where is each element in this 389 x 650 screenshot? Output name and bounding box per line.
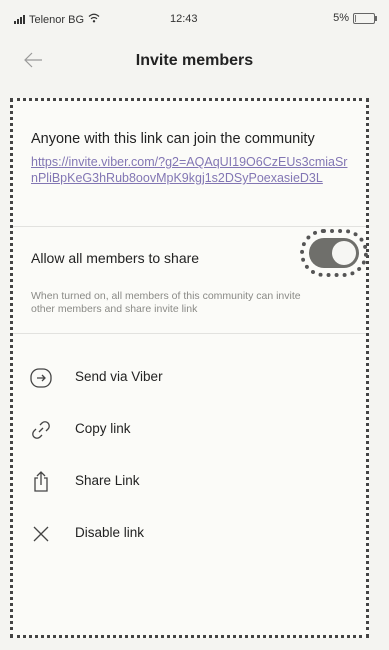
close-icon [29,522,53,546]
battery-indicator: 5% [333,12,377,24]
clock: 12:43 [170,13,198,25]
disable-link-label: Disable link [75,525,145,540]
toggle-knob [332,241,356,265]
share-link-label: Share Link [75,473,140,488]
invite-card: Anyone with this link can join the commu… [10,98,369,638]
copy-link-button[interactable]: Copy link [13,406,366,454]
battery-percent: 5% [333,12,349,24]
copy-link-label: Copy link [75,421,131,436]
divider [13,226,366,227]
invite-description: Anyone with this link can join the commu… [31,131,315,147]
disable-link-button[interactable]: Disable link [13,510,366,558]
battery-icon [353,12,377,24]
send-via-viber-icon [29,366,53,390]
carrier-info: Telenor BG [14,13,100,26]
status-bar: Telenor BG 12:43 5% [0,0,389,32]
send-via-viber-label: Send via Viber [75,369,163,384]
share-icon [29,470,53,494]
share-setting-label: Allow all members to share [31,250,200,266]
allow-share-toggle[interactable] [300,229,368,277]
nav-bar: Invite members [0,38,389,82]
divider [13,333,366,334]
send-via-viber-button[interactable]: Send via Viber [13,354,366,402]
share-setting-description: When turned on, all members of this comm… [31,290,301,315]
share-link-button[interactable]: Share Link [13,458,366,506]
carrier-name: Telenor BG [29,13,85,26]
page-title: Invite members [135,52,254,69]
link-icon [29,418,53,442]
invite-link[interactable]: https://invite.viber.com/?g2=AQAqUI19O6C… [31,154,351,186]
wifi-icon [88,13,100,26]
signal-icon [14,15,25,24]
